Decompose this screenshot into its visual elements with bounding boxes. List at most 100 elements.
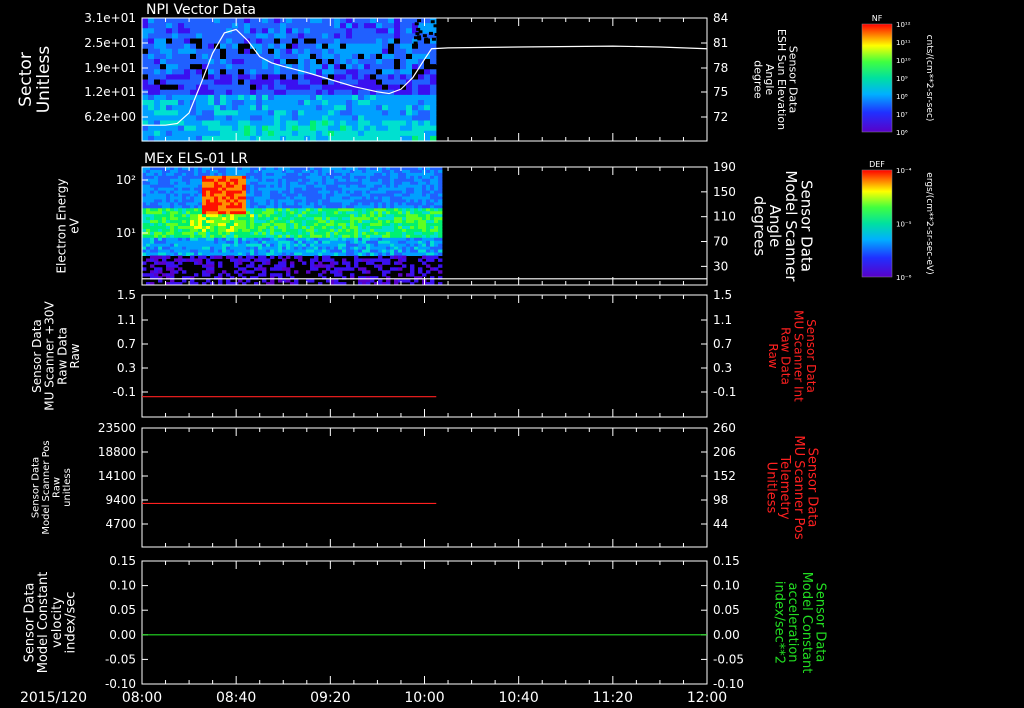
heat-cell xyxy=(196,94,203,101)
heat-cell xyxy=(278,249,283,254)
heat-cell xyxy=(418,181,423,186)
heat-cell xyxy=(358,169,363,174)
heat-cell xyxy=(150,231,155,236)
heat-cell xyxy=(174,226,179,230)
heat-cell xyxy=(198,231,203,236)
heat-cell xyxy=(358,217,363,221)
heat-cell xyxy=(406,223,411,227)
heat-cell xyxy=(166,226,171,230)
heat-cell xyxy=(214,100,221,106)
heat-cell xyxy=(238,23,245,29)
heat-cell xyxy=(226,33,233,40)
heat-cell xyxy=(270,172,275,177)
heat-cell xyxy=(426,196,431,200)
heat-cell xyxy=(286,217,291,221)
heat-cell xyxy=(406,172,411,177)
heat-cell xyxy=(382,105,389,111)
heat-cell xyxy=(178,105,185,111)
heat-cell xyxy=(298,217,303,221)
heat-cell xyxy=(266,228,271,233)
heat-cell xyxy=(222,208,227,212)
heat-cell xyxy=(194,237,199,242)
heat-cell xyxy=(154,196,159,200)
heat-cell xyxy=(362,217,367,221)
heat-cell xyxy=(426,243,431,248)
heat-cell xyxy=(238,125,245,132)
heat-cell xyxy=(322,246,327,251)
heat-cell xyxy=(426,167,431,171)
heat-cell xyxy=(154,64,161,70)
heat-cell xyxy=(334,115,341,122)
heat-cell xyxy=(430,228,435,233)
heat-cell xyxy=(290,240,295,245)
heat-cell xyxy=(254,199,259,203)
heat-cell xyxy=(322,220,327,224)
heat-cell xyxy=(220,43,227,50)
heat-cell xyxy=(174,178,179,183)
heat-cell xyxy=(370,53,377,60)
heat-cell xyxy=(234,258,239,262)
heat-cell xyxy=(394,255,399,259)
heat-cell xyxy=(410,246,415,251)
heat-cell xyxy=(366,178,371,183)
heat-cell xyxy=(318,193,323,197)
heat-cell xyxy=(394,18,401,24)
heat-cell xyxy=(262,252,267,256)
heat-cell xyxy=(406,120,413,127)
heat-cell xyxy=(166,115,173,122)
heat-cell xyxy=(346,237,351,242)
heat-cell xyxy=(430,223,435,227)
heat-cell xyxy=(306,187,311,192)
heat-cell xyxy=(226,211,231,215)
heat-cell xyxy=(202,264,207,268)
heat-cell xyxy=(174,205,179,209)
heat-cell xyxy=(154,69,161,75)
heat-cell xyxy=(278,267,283,271)
heat-cell xyxy=(370,69,377,75)
heat-cell xyxy=(326,181,331,186)
heat-cell xyxy=(314,231,319,236)
heat-cell xyxy=(322,214,327,218)
heat-cell xyxy=(410,181,415,186)
heat-cell xyxy=(304,74,311,81)
heat-cell xyxy=(382,175,387,180)
heat-cell xyxy=(194,258,199,262)
heat-cell xyxy=(238,74,245,81)
heat-cell xyxy=(142,202,147,206)
heat-cell xyxy=(158,190,163,195)
heat-cell xyxy=(410,228,415,233)
heat-cell xyxy=(202,226,207,230)
heat-cell xyxy=(166,43,173,50)
heat-cell xyxy=(250,181,255,186)
heat-cell xyxy=(250,175,255,180)
heat-cell xyxy=(298,28,305,34)
heat-cell xyxy=(220,130,227,137)
heat-cell xyxy=(330,211,335,215)
heat-cell xyxy=(316,33,323,40)
heat-cell xyxy=(254,226,259,230)
heat-cell xyxy=(158,217,163,221)
heat-cell xyxy=(280,43,287,50)
heat-cell xyxy=(142,167,147,171)
heat-cell xyxy=(234,246,239,251)
heat-cell xyxy=(162,202,167,206)
heat-cell xyxy=(314,211,319,215)
heat-cell xyxy=(386,193,391,197)
heat-cell xyxy=(198,226,203,230)
heat-cell xyxy=(302,252,307,256)
heat-cell xyxy=(184,84,191,91)
heat-cell xyxy=(430,74,437,81)
heat-cell xyxy=(322,234,327,239)
heat-cell xyxy=(358,105,365,111)
heat-cell xyxy=(370,125,377,132)
heat-cell xyxy=(230,199,235,203)
heat-cell xyxy=(438,249,443,254)
heat-cell xyxy=(414,217,419,221)
heat-cell xyxy=(398,273,403,277)
heat-cell xyxy=(412,105,419,111)
heat-cell xyxy=(290,214,295,218)
heat-cell xyxy=(254,246,259,251)
heat-cell xyxy=(370,43,377,50)
heat-cell xyxy=(302,211,307,215)
heat-cell xyxy=(246,220,251,224)
